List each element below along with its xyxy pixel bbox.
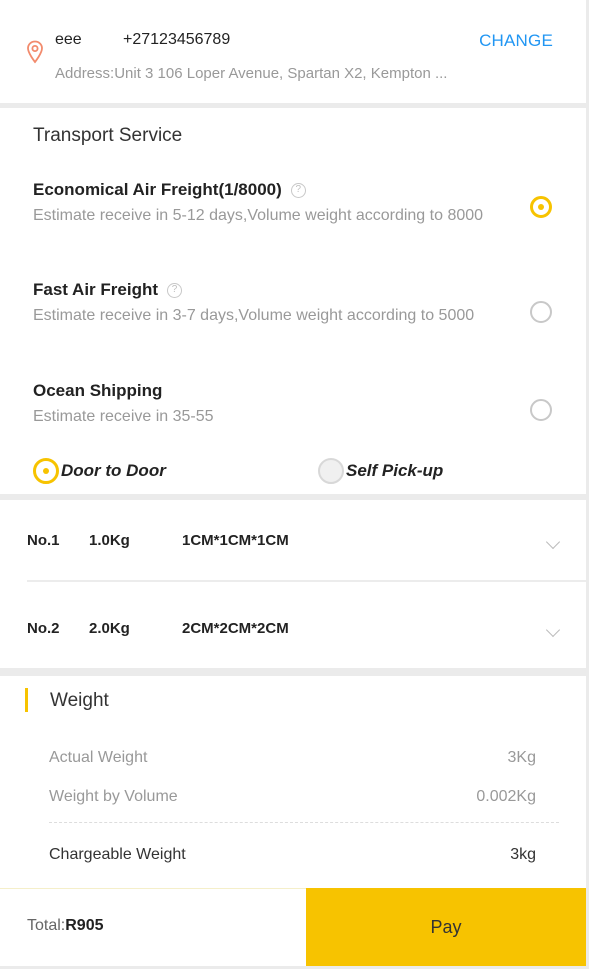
section-title: Transport Service [33, 125, 183, 146]
actual-weight-row: Actual Weight 3Kg [49, 749, 536, 767]
delivery-label: Door to Door [61, 461, 166, 480]
divider [27, 580, 586, 582]
total-value: R905 [65, 917, 104, 934]
package-row[interactable]: No.1 1.0Kg 1CM*1CM*1CM [0, 500, 586, 582]
option-title: Economical Air Freight(1/8000) [33, 180, 282, 199]
option-description: Estimate receive in 3-7 days,Volume weig… [33, 307, 475, 324]
recipient-name: eee [55, 31, 82, 48]
transport-service-card: Transport Service Economical Air Freight… [0, 108, 586, 494]
chevron-down-icon[interactable] [545, 534, 561, 550]
address-card: eee +27123456789 CHANGE Address:Unit 3 1… [0, 0, 586, 103]
delivery-label: Self Pick-up [346, 461, 444, 480]
packages-card: No.1 1.0Kg 1CM*1CM*1CM No.2 2.0Kg 2CM*2C… [0, 500, 586, 668]
address-line: Address:Unit 3 106 Loper Avenue, Spartan… [55, 65, 448, 82]
option-title: Ocean Shipping [33, 381, 163, 400]
chevron-down-icon[interactable] [545, 622, 561, 638]
actual-weight-value: 3Kg [507, 749, 536, 766]
option-description: Estimate receive in 35-55 [33, 408, 214, 425]
actual-weight-label: Actual Weight [49, 749, 148, 766]
help-circle-icon[interactable]: ? [167, 282, 182, 298]
radio-economical-air[interactable] [530, 196, 552, 218]
total-label: Total: [27, 917, 66, 934]
chargeable-weight-value: 3kg [510, 846, 536, 863]
radio-fast-air[interactable] [530, 301, 552, 323]
weight-summary-card: Weight Actual Weight 3Kg Weight by Volum… [0, 676, 586, 888]
volume-weight-value: 0.002Kg [476, 788, 536, 805]
chargeable-weight-label: Chargeable Weight [49, 846, 186, 863]
option-title: Fast Air Freight [33, 280, 158, 299]
total-price: Total:R905 [27, 917, 104, 935]
delivery-door-to-door[interactable]: Door to Door [33, 458, 166, 484]
checkout-footer: Total:R905 Pay [0, 888, 586, 966]
delivery-self-pickup[interactable]: Self Pick-up [318, 458, 443, 484]
package-dimensions: 1CM*1CM*1CM [182, 531, 289, 549]
weight-title: Weight [50, 690, 109, 711]
radio-door-to-door[interactable] [33, 458, 59, 484]
volume-weight-label: Weight by Volume [49, 788, 178, 805]
dashed-divider [49, 822, 559, 823]
chargeable-weight-row: Chargeable Weight 3kg [49, 846, 536, 864]
radio-ocean[interactable] [530, 399, 552, 421]
shipping-option-economical-air[interactable]: Economical Air Freight(1/8000) ? Estimat… [33, 180, 503, 228]
radio-self-pickup[interactable] [318, 458, 344, 484]
package-row[interactable]: No.2 2.0Kg 2CM*2CM*2CM [0, 588, 586, 668]
shipping-option-fast-air[interactable]: Fast Air Freight ? Estimate receive in 3… [33, 280, 503, 328]
change-address-button[interactable]: CHANGE [479, 31, 553, 51]
recipient-phone: +27123456789 [123, 31, 231, 48]
location-pin-icon [27, 40, 43, 64]
package-dimensions: 2CM*2CM*2CM [182, 619, 289, 637]
package-weight: 1.0Kg [89, 531, 130, 549]
shipping-option-ocean[interactable]: Ocean Shipping Estimate receive in 35-55 [33, 381, 503, 429]
package-number: No.2 [27, 619, 60, 637]
package-number: No.1 [27, 531, 60, 549]
section-accent-bar [25, 688, 28, 712]
option-description: Estimate receive in 5-12 days,Volume wei… [33, 207, 484, 224]
help-circle-icon[interactable]: ? [290, 182, 306, 198]
pay-button[interactable]: Pay [306, 888, 586, 966]
package-weight: 2.0Kg [89, 619, 130, 637]
volume-weight-row: Weight by Volume 0.002Kg [49, 788, 536, 806]
